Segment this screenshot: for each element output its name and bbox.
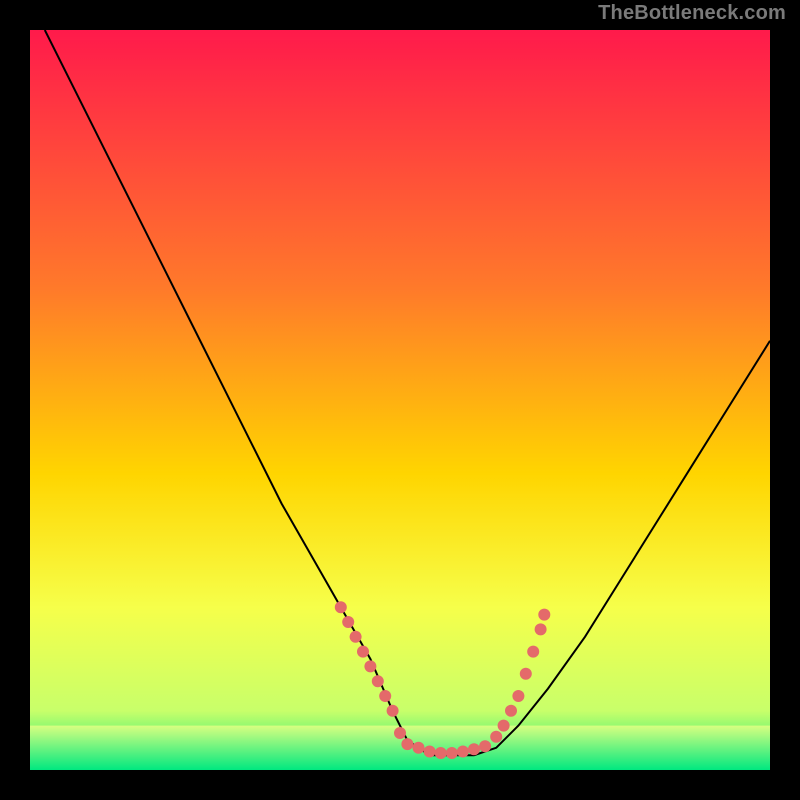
marker-dot — [379, 690, 391, 702]
marker-dot — [490, 731, 502, 743]
marker-dot — [446, 747, 458, 759]
marker-dot — [479, 740, 491, 752]
gradient-background — [30, 30, 770, 770]
marker-dot — [394, 727, 406, 739]
chart-svg — [30, 30, 770, 770]
marker-dot — [350, 631, 362, 643]
marker-dot — [457, 746, 469, 758]
marker-dot — [357, 646, 369, 658]
chart-container: TheBottleneck.com — [0, 0, 800, 800]
attribution-label: TheBottleneck.com — [598, 2, 786, 25]
marker-dot — [538, 609, 550, 621]
marker-dot — [535, 623, 547, 635]
marker-dot — [468, 743, 480, 755]
marker-dot — [435, 747, 447, 759]
marker-dot — [527, 646, 539, 658]
marker-dot — [498, 720, 510, 732]
marker-dot — [512, 690, 524, 702]
marker-dot — [424, 746, 436, 758]
marker-dot — [335, 601, 347, 613]
marker-dot — [505, 705, 517, 717]
marker-dot — [364, 660, 376, 672]
marker-dot — [342, 616, 354, 628]
marker-dot — [372, 675, 384, 687]
plot-area — [30, 30, 770, 770]
marker-dot — [520, 668, 532, 680]
marker-dot — [401, 738, 413, 750]
marker-dot — [387, 705, 399, 717]
marker-dot — [413, 742, 425, 754]
